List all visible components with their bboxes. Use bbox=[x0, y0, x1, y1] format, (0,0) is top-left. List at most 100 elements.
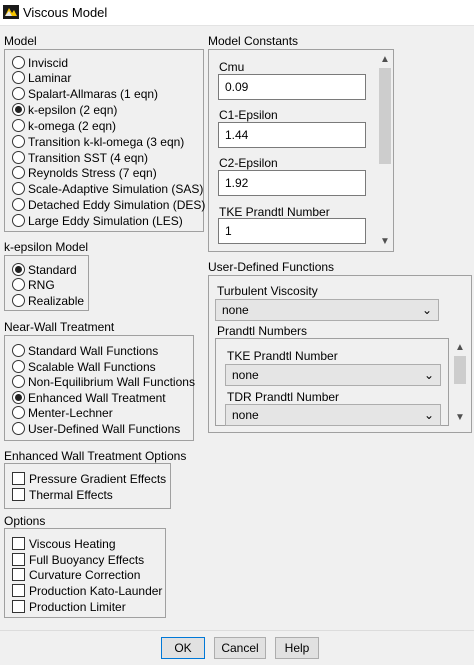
tke-prandtl-number-input[interactable]: 1 bbox=[218, 218, 366, 244]
udf-group: Turbulent Viscosity none ⌄ Prandtl Numbe… bbox=[208, 275, 472, 433]
model-constants-label: Model Constants bbox=[208, 34, 299, 48]
pressure-gradient-effects-checkbox[interactable]: Pressure Gradient Effects bbox=[12, 471, 166, 486]
radio-indicator[interactable] bbox=[12, 263, 25, 276]
udf-tdr-prandtl-dropdown[interactable]: none ⌄ bbox=[225, 404, 441, 426]
turbulent-viscosity-label: Turbulent Viscosity bbox=[217, 284, 318, 298]
full-buoyancy-effects-checkbox[interactable]: Full Buoyancy Effects bbox=[12, 552, 144, 567]
model-option-les[interactable]: Large Eddy Simulation (LES) bbox=[12, 213, 183, 228]
radio-indicator[interactable] bbox=[12, 182, 25, 195]
radio-indicator[interactable] bbox=[12, 391, 25, 404]
chevron-down-icon[interactable]: ⌄ bbox=[422, 303, 432, 317]
radio-indicator[interactable] bbox=[12, 198, 25, 211]
prandtl-numbers-group: TKE Prandtl Number none ⌄ TDR Prandtl Nu… bbox=[215, 338, 449, 426]
help-button[interactable]: Help bbox=[275, 637, 319, 659]
turbulent-viscosity-dropdown[interactable]: none ⌄ bbox=[215, 299, 439, 321]
radio-indicator[interactable] bbox=[12, 344, 25, 357]
radio-indicator[interactable] bbox=[12, 103, 25, 116]
c1-epsilon-label: C1-Epsilon bbox=[219, 108, 278, 122]
radio-indicator[interactable] bbox=[12, 278, 25, 291]
checkbox-indicator[interactable] bbox=[12, 472, 25, 485]
ok-button[interactable]: OK bbox=[161, 637, 205, 659]
radio-indicator[interactable] bbox=[12, 166, 25, 179]
checkbox-indicator[interactable] bbox=[12, 537, 25, 550]
near-wall-option-user-defined[interactable]: User-Defined Wall Functions bbox=[12, 421, 180, 436]
checkbox-indicator[interactable] bbox=[12, 553, 25, 566]
near-wall-option-enhanced[interactable]: Enhanced Wall Treatment bbox=[12, 390, 166, 405]
near-wall-option-non-equilibrium[interactable]: Non-Equilibrium Wall Functions bbox=[12, 374, 195, 389]
turbulent-viscosity-value: none bbox=[222, 303, 249, 317]
c2-epsilon-input[interactable]: 1.92 bbox=[218, 170, 366, 196]
window-title: Viscous Model bbox=[23, 5, 108, 20]
model-label: Model bbox=[4, 34, 37, 48]
production-limiter-checkbox[interactable]: Production Limiter bbox=[12, 599, 126, 614]
radio-indicator[interactable] bbox=[12, 119, 25, 132]
viscous-heating-checkbox[interactable]: Viscous Heating bbox=[12, 536, 116, 551]
model-option-inviscid[interactable]: Inviscid bbox=[12, 55, 68, 70]
model-option-k-omega[interactable]: k-omega (2 eqn) bbox=[12, 118, 116, 133]
checkbox-indicator[interactable] bbox=[12, 568, 25, 581]
title-bar: Viscous Model bbox=[0, 0, 474, 26]
radio-indicator[interactable] bbox=[12, 214, 25, 227]
ke-model-label: k-epsilon Model bbox=[4, 240, 89, 254]
model-option-spalart-allmaras[interactable]: Spalart-Allmaras (1 eqn) bbox=[12, 86, 158, 101]
near-wall-option-menter-lechner[interactable]: Menter-Lechner bbox=[12, 405, 113, 420]
near-wall-option-standard[interactable]: Standard Wall Functions bbox=[12, 343, 158, 358]
chevron-down-icon[interactable]: ⌄ bbox=[424, 368, 434, 382]
c1-epsilon-input[interactable]: 1.44 bbox=[218, 122, 366, 148]
model-option-k-epsilon[interactable]: k-epsilon (2 eqn) bbox=[12, 102, 117, 117]
radio-indicator[interactable] bbox=[12, 135, 25, 148]
footer-separator bbox=[0, 630, 474, 631]
model-option-sas[interactable]: Scale-Adaptive Simulation (SAS) bbox=[12, 181, 203, 196]
model-group: Inviscid Laminar Spalart-Allmaras (1 eqn… bbox=[4, 49, 205, 232]
prandtl-scrollbar[interactable]: ▲ ▼ bbox=[452, 340, 468, 426]
udf-label: User-Defined Functions bbox=[208, 260, 335, 274]
model-option-laminar[interactable]: Laminar bbox=[12, 70, 71, 85]
udf-tke-prandtl-dropdown[interactable]: none ⌄ bbox=[225, 364, 441, 386]
checkbox-indicator[interactable] bbox=[12, 584, 25, 597]
production-kato-launder-checkbox[interactable]: Production Kato-Launder bbox=[12, 583, 162, 598]
options-group: Viscous Heating Full Buoyancy Effects Cu… bbox=[4, 528, 166, 618]
checkbox-indicator[interactable] bbox=[12, 488, 25, 501]
scrollbar-thumb[interactable] bbox=[379, 68, 391, 164]
scroll-up-icon[interactable]: ▲ bbox=[455, 343, 465, 353]
udf-tdr-prandtl-value: none bbox=[232, 408, 259, 422]
radio-indicator[interactable] bbox=[12, 151, 25, 164]
curvature-correction-checkbox[interactable]: Curvature Correction bbox=[12, 567, 140, 582]
scrollbar-thumb[interactable] bbox=[454, 356, 466, 384]
radio-indicator[interactable] bbox=[12, 56, 25, 69]
checkbox-indicator[interactable] bbox=[12, 600, 25, 613]
tke-prandtl-number-label: TKE Prandtl Number bbox=[219, 205, 330, 219]
udf-tke-prandtl-label: TKE Prandtl Number bbox=[227, 349, 338, 363]
scroll-down-icon[interactable]: ▼ bbox=[455, 413, 465, 423]
ke-option-realizable[interactable]: Realizable bbox=[12, 293, 84, 308]
ke-option-rng[interactable]: RNG bbox=[12, 277, 55, 292]
constants-scrollbar[interactable]: ▲ ▼ bbox=[377, 52, 393, 250]
ke-model-group: Standard RNG Realizable bbox=[4, 255, 89, 311]
options-label: Options bbox=[4, 514, 46, 528]
ke-option-standard[interactable]: Standard bbox=[12, 262, 77, 277]
enhanced-wall-options-group: Pressure Gradient Effects Thermal Effect… bbox=[4, 463, 171, 509]
radio-indicator[interactable] bbox=[12, 87, 25, 100]
model-option-transition-sst[interactable]: Transition SST (4 eqn) bbox=[12, 150, 148, 165]
c2-epsilon-label: C2-Epsilon bbox=[219, 156, 278, 170]
model-option-des[interactable]: Detached Eddy Simulation (DES) bbox=[12, 197, 205, 212]
radio-indicator[interactable] bbox=[12, 375, 25, 388]
cmu-input[interactable]: 0.09 bbox=[218, 74, 366, 100]
radio-indicator[interactable] bbox=[12, 406, 25, 419]
udf-tke-prandtl-value: none bbox=[232, 368, 259, 382]
radio-indicator[interactable] bbox=[12, 294, 25, 307]
radio-indicator[interactable] bbox=[12, 360, 25, 373]
near-wall-option-scalable[interactable]: Scalable Wall Functions bbox=[12, 359, 156, 374]
prandtl-numbers-label: Prandtl Numbers bbox=[217, 324, 308, 338]
radio-indicator[interactable] bbox=[12, 422, 25, 435]
radio-indicator[interactable] bbox=[12, 71, 25, 84]
chevron-down-icon[interactable]: ⌄ bbox=[424, 408, 434, 422]
app-icon bbox=[3, 5, 19, 19]
cancel-button[interactable]: Cancel bbox=[214, 637, 266, 659]
model-option-reynolds-stress[interactable]: Reynolds Stress (7 eqn) bbox=[12, 165, 157, 180]
thermal-effects-checkbox[interactable]: Thermal Effects bbox=[12, 487, 113, 502]
scroll-up-icon[interactable]: ▲ bbox=[380, 55, 390, 65]
scroll-down-icon[interactable]: ▼ bbox=[380, 237, 390, 247]
model-option-transition-kkl[interactable]: Transition k-kl-omega (3 eqn) bbox=[12, 134, 184, 149]
udf-tdr-prandtl-label: TDR Prandtl Number bbox=[227, 390, 340, 404]
